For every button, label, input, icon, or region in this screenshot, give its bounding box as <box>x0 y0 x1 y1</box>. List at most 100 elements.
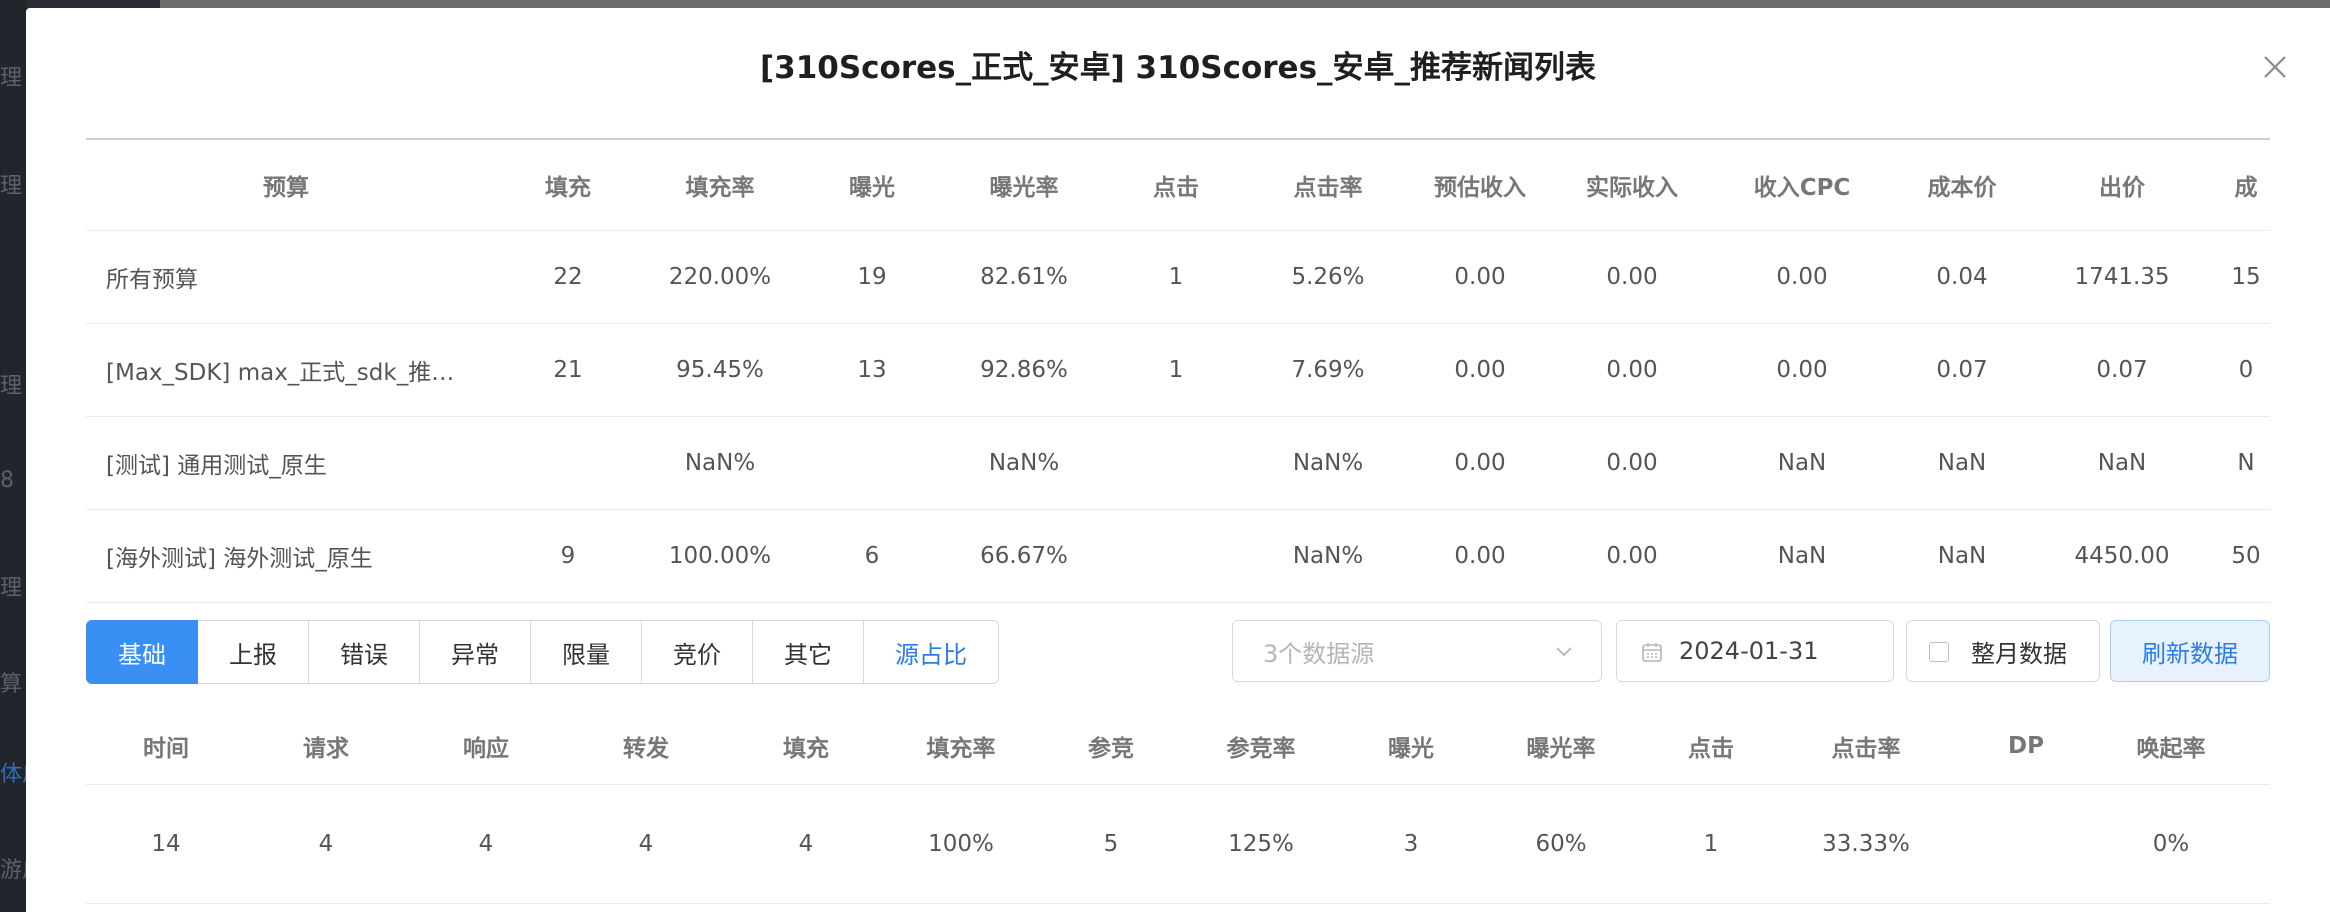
tab-1[interactable]: 上报 <box>198 620 309 684</box>
table-cell: 9 <box>560 543 576 569</box>
column-header: 填充 <box>545 175 591 201</box>
chevron-down-icon <box>1556 647 1572 657</box>
column-header: 曝光率 <box>989 175 1059 201</box>
table-cell: 所有预算 <box>106 267 198 293</box>
table-cell: 1741.35 <box>2074 264 2170 290</box>
column-header: 时间 <box>143 736 189 762</box>
tab-2[interactable]: 错误 <box>309 620 420 684</box>
table-cell: 4 <box>798 831 814 857</box>
table-cell: 0% <box>2152 831 2190 857</box>
table-cell: 100.00% <box>668 543 772 569</box>
table-cell: 0.00 <box>1606 264 1658 290</box>
table-row: [Max_SDK] max_正式_sdk_推… 21 95.45% 13 92.86% 1… <box>86 324 2270 417</box>
tab-7[interactable]: 源占比 <box>864 620 999 684</box>
table-cell: 0.00 <box>1606 543 1658 569</box>
column-header: 成本价 <box>1927 175 1997 201</box>
refresh-data-button[interactable]: 刷新数据 <box>2110 620 2270 682</box>
table-cell: 3 <box>1403 831 1419 857</box>
table-cell: 82.61% <box>980 264 1068 290</box>
table-cell: 0.00 <box>1454 264 1506 290</box>
table-cell: 1 <box>1168 264 1184 290</box>
background-sidebar-fragment: 理 <box>0 66 23 91</box>
checkbox-box[interactable] <box>1929 642 1949 662</box>
column-header: 请求 <box>303 736 349 762</box>
column-header: 曝光 <box>1388 736 1434 762</box>
column-header: 响应 <box>463 736 509 762</box>
column-header: 参竞 <box>1088 736 1134 762</box>
table-cell: 0.00 <box>1776 264 1828 290</box>
calendar-icon <box>1642 643 1662 662</box>
modal-title: [310Scores_正式_安卓] 310Scores_安卓_推荐新闻列表 <box>759 50 1597 86</box>
data-source-select[interactable]: 3个数据源 <box>1232 620 1602 682</box>
tab-3[interactable]: 异常 <box>420 620 531 684</box>
data-source-placeholder: 3个数据源 <box>1263 639 1375 668</box>
table-row: 14 4 4 4 4 100% 5 125% 3 60% 1 33.33% 0% <box>86 785 2270 904</box>
table-row: 所有预算 22 220.00% 19 82.61% 1 5.26% 0.00 0.00 0.00 0… <box>86 231 2270 324</box>
column-header: 点击 <box>1153 175 1199 201</box>
column-header: 点击 <box>1688 736 1734 762</box>
table-cell: 92.86% <box>980 357 1068 383</box>
table-cell: 15 <box>2231 264 2261 290</box>
table-cell: NaN% <box>684 450 756 476</box>
table-cell: 0.00 <box>1454 543 1506 569</box>
background-sidebar: 理理理8理算体广游广 <box>0 0 26 912</box>
table-cell: 6 <box>864 543 880 569</box>
table-cell: N <box>2237 450 2255 476</box>
table-cell: 1 <box>1168 357 1184 383</box>
table-cell: 0.00 <box>1776 357 1828 383</box>
column-header: 实际收入 <box>1586 175 1678 201</box>
date-picker[interactable]: 2024-01-31 <box>1616 620 1894 682</box>
column-header: 填充 <box>783 736 829 762</box>
table-cell: 22 <box>553 264 583 290</box>
tab-0[interactable]: 基础 <box>86 620 198 684</box>
table-cell: 4 <box>478 831 494 857</box>
table-cell: NaN <box>1937 543 1987 569</box>
tab-4[interactable]: 限量 <box>531 620 642 684</box>
column-header: 收入CPC <box>1753 175 1851 201</box>
table-cell <box>1094 510 1258 602</box>
budget-detail-modal: [310Scores_正式_安卓] 310Scores_安卓_推荐新闻列表 预算… <box>26 8 2330 912</box>
table-cell: 19 <box>857 264 887 290</box>
tab-5[interactable]: 竞价 <box>642 620 753 684</box>
table-cell: 60% <box>1535 831 1587 857</box>
column-header: 预估收入 <box>1434 175 1526 201</box>
table-cell: 220.00% <box>668 264 772 290</box>
close-button[interactable] <box>2260 52 2290 82</box>
table-cell: NaN% <box>1292 543 1364 569</box>
table-cell: 0.07 <box>1936 357 1988 383</box>
table-cell: 66.67% <box>980 543 1068 569</box>
column-header: 参竞率 <box>1226 736 1296 762</box>
table-cell: 100% <box>928 831 994 857</box>
column-header: 预算 <box>263 175 309 201</box>
table-cell: [测试] 通用测试_原生 <box>106 453 327 479</box>
budget-table: 预算 填充 填充率 曝光 曝光率 点击 点击率 预估收入 实际收入 收入CPC 成本价 出价 成所有预算… <box>86 140 2270 603</box>
background-topbar <box>160 0 2330 8</box>
table-header-row: 时间 请求 响应 转发 填充 填充率 参竞 参竞率 曝光 曝光率 点击 点击率 DP 唤起率 <box>86 708 2270 785</box>
table-cell: 4 <box>638 831 654 857</box>
table-cell: 13 <box>857 357 887 383</box>
table-cell <box>486 417 650 509</box>
table-cell: 0.00 <box>1606 450 1658 476</box>
full-month-label: 整月数据 <box>1971 639 2067 668</box>
column-header: 曝光 <box>849 175 895 201</box>
table-cell: 7.69% <box>1291 357 1365 383</box>
close-icon <box>2264 56 2286 78</box>
table-cell <box>1946 785 2106 903</box>
table-cell: NaN <box>1937 450 1987 476</box>
full-month-checkbox[interactable]: 整月数据 <box>1906 620 2100 682</box>
table-cell: 4450.00 <box>2074 543 2170 569</box>
table-cell: 50 <box>2231 543 2261 569</box>
column-header: 出价 <box>2099 175 2145 201</box>
table-cell: 0.04 <box>1936 264 1988 290</box>
column-header: 填充率 <box>926 736 996 762</box>
column-header: 转发 <box>623 736 669 762</box>
table-cell: [Max_SDK] max_正式_sdk_推… <box>106 360 455 386</box>
table-row: [测试] 通用测试_原生 NaN% NaN% NaN% 0.00 0.00 NaN NaN Na… <box>86 417 2270 510</box>
tab-6[interactable]: 其它 <box>753 620 864 684</box>
table-cell: 0.00 <box>1606 357 1658 383</box>
background-sidebar-fragment: 8 <box>0 468 14 493</box>
table-cell: 4 <box>318 831 334 857</box>
table-cell: NaN <box>1777 450 1827 476</box>
table-cell: NaN <box>1777 543 1827 569</box>
column-header: 成 <box>2234 175 2258 201</box>
